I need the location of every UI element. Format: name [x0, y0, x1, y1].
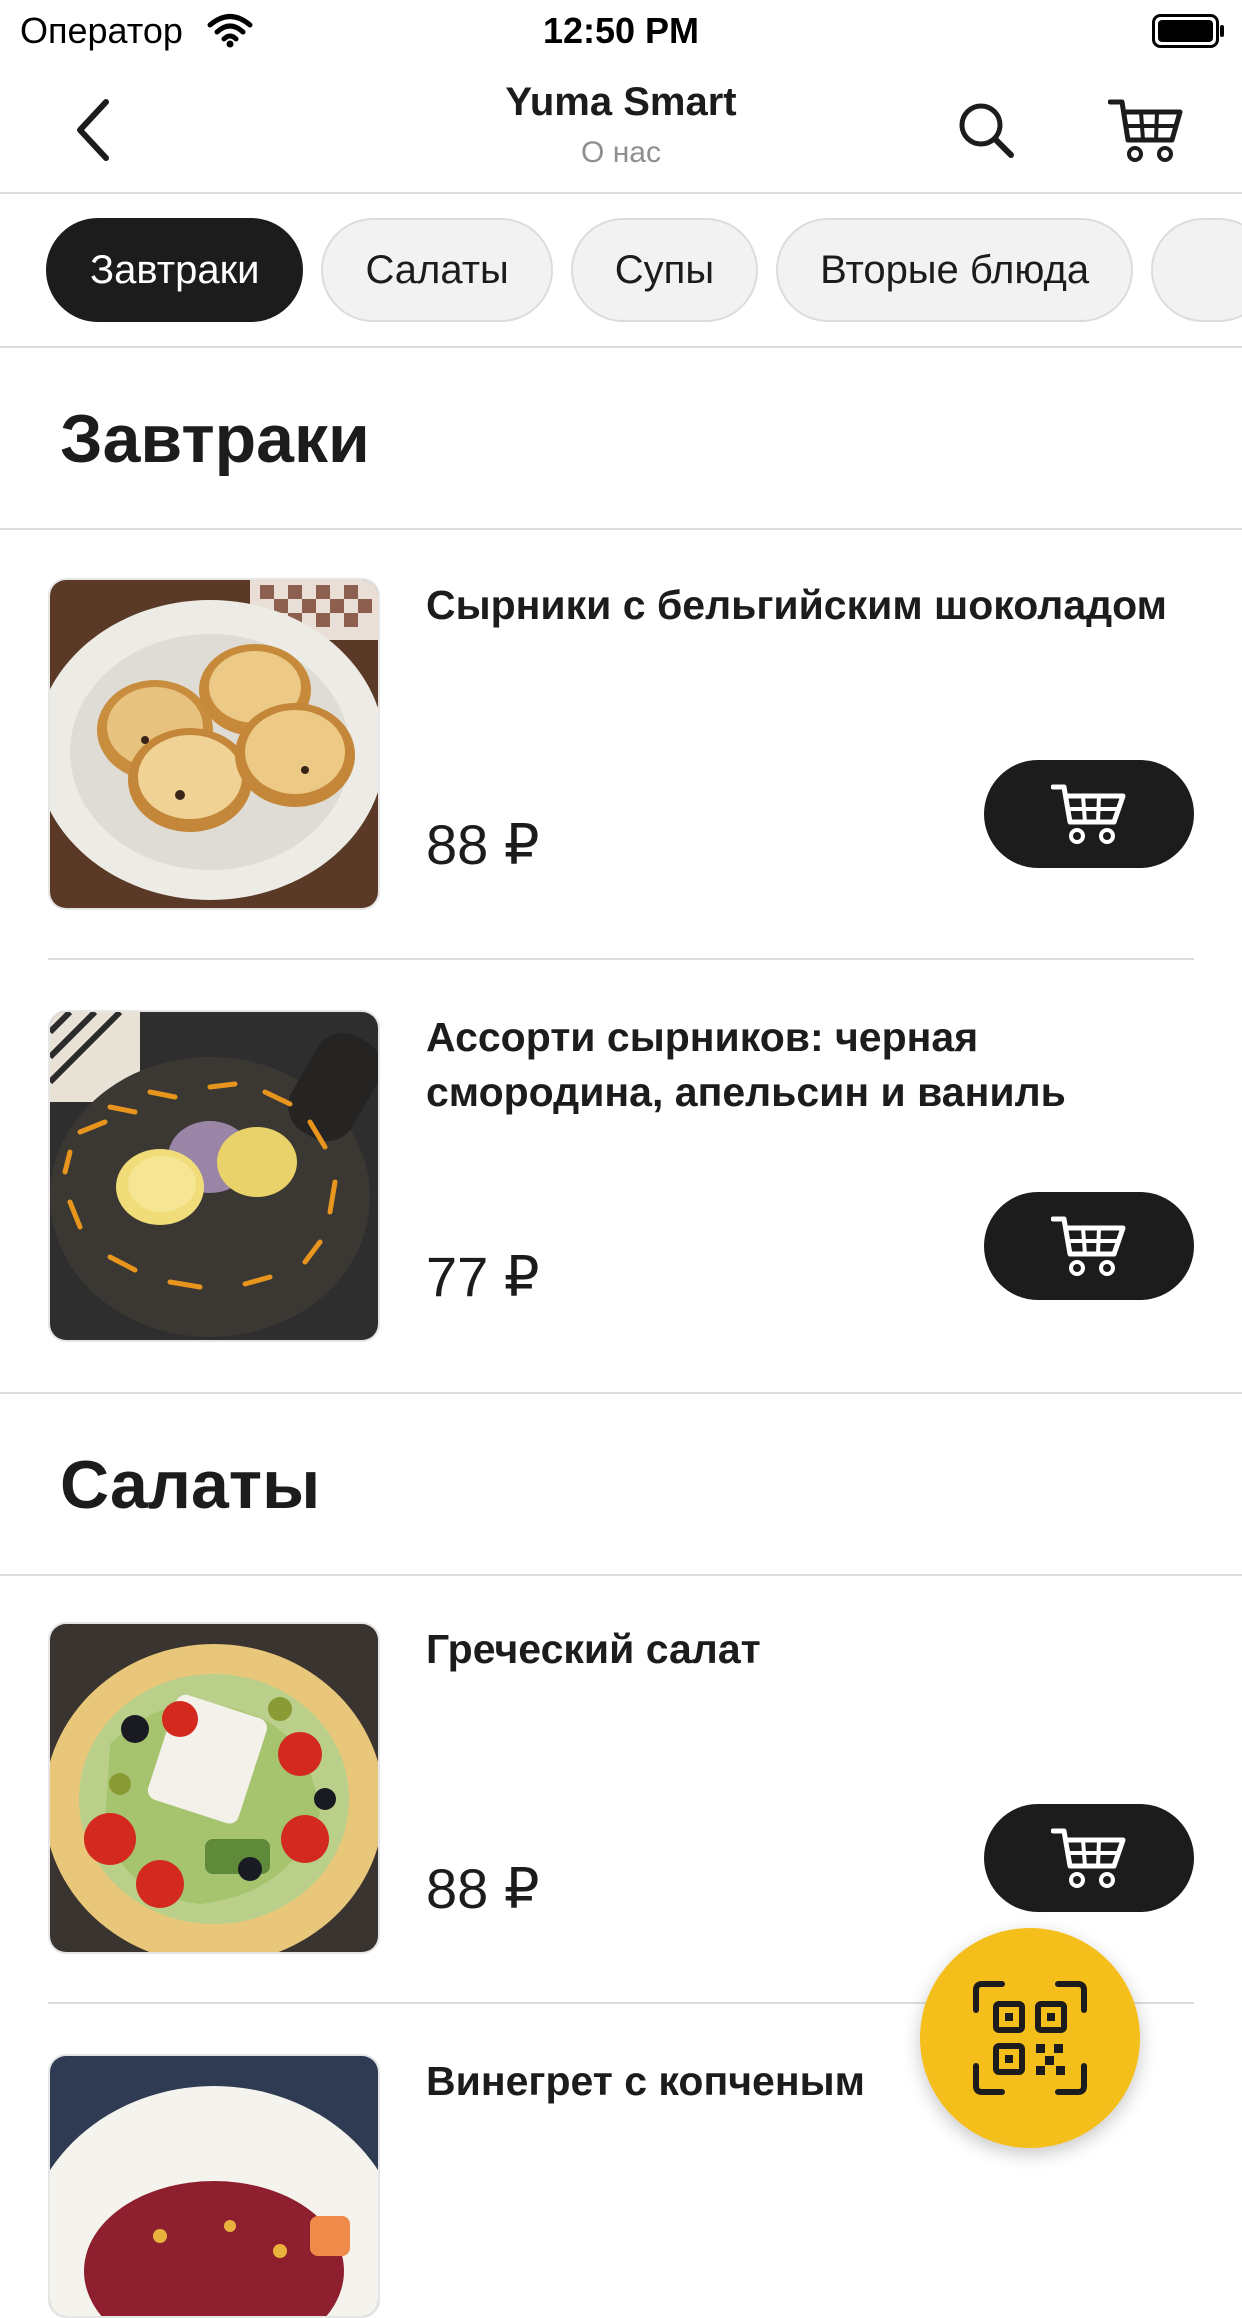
item-photo-syrniki-assorted: [48, 1010, 380, 1342]
item-name: Ассорти сырников: черная смородина, апел…: [426, 1014, 1066, 1115]
item-photo-greek-salad: [48, 1622, 380, 1954]
status-time: 12:50 PM: [542, 10, 700, 51]
add-to-cart-button[interactable]: [984, 760, 1194, 868]
battery-icon: [1152, 14, 1226, 53]
navigation-bar: Yuma Smart О нас: [0, 62, 1242, 194]
qr-code-icon: [973, 1981, 1087, 2095]
item-divider: [48, 958, 1194, 960]
cart-button[interactable]: [1100, 84, 1192, 176]
menu-item[interactable]: Сырники с бельгийским шоколадом 88 ₽: [0, 530, 1242, 962]
section-header-salads: Салаты: [0, 1392, 1242, 1576]
item-price: 88 ₽: [426, 813, 540, 876]
tab-next-category[interactable]: [1151, 218, 1242, 322]
tab-main-courses[interactable]: Вторые блюда: [776, 218, 1134, 322]
cart-icon: [1108, 99, 1183, 162]
item-photo-vinaigrette: [48, 2054, 380, 2318]
item-name: Греческий салат: [426, 1626, 761, 1672]
section-title: Завтраки: [60, 401, 370, 477]
cart-icon: [1051, 784, 1126, 844]
qr-scan-button[interactable]: [920, 1928, 1140, 2148]
search-button[interactable]: [944, 88, 1028, 172]
tab-soups[interactable]: Супы: [570, 218, 759, 322]
category-tabs: Завтраки Салаты Супы Вторые блюда: [0, 194, 1242, 348]
item-price: 88 ₽: [426, 1857, 540, 1920]
add-to-cart-button[interactable]: [984, 1804, 1194, 1912]
about-link[interactable]: О нас: [0, 136, 1242, 170]
tab-breakfast[interactable]: Завтраки: [46, 218, 304, 322]
cart-icon: [1051, 1216, 1126, 1276]
cart-icon: [1051, 1828, 1126, 1888]
section-header-breakfast: Завтраки: [0, 348, 1242, 530]
page-title: Yuma Smart: [505, 80, 737, 124]
item-name: Сырники с бельгийским шоколадом: [426, 582, 1167, 628]
status-bar: Оператор 12:50 PM: [0, 0, 1242, 62]
search-icon: [959, 103, 1014, 158]
category-tabs-row: Завтраки Салаты Супы Вторые блюда: [46, 218, 1242, 322]
section-title: Салаты: [60, 1447, 321, 1523]
item-price: 77 ₽: [426, 1245, 540, 1308]
add-to-cart-button[interactable]: [984, 1192, 1194, 1300]
tab-salads[interactable]: Салаты: [321, 218, 553, 322]
item-photo-syrniki-chocolate: [48, 578, 380, 910]
menu-item[interactable]: Ассорти сырников: черная смородина, апел…: [0, 962, 1242, 1394]
